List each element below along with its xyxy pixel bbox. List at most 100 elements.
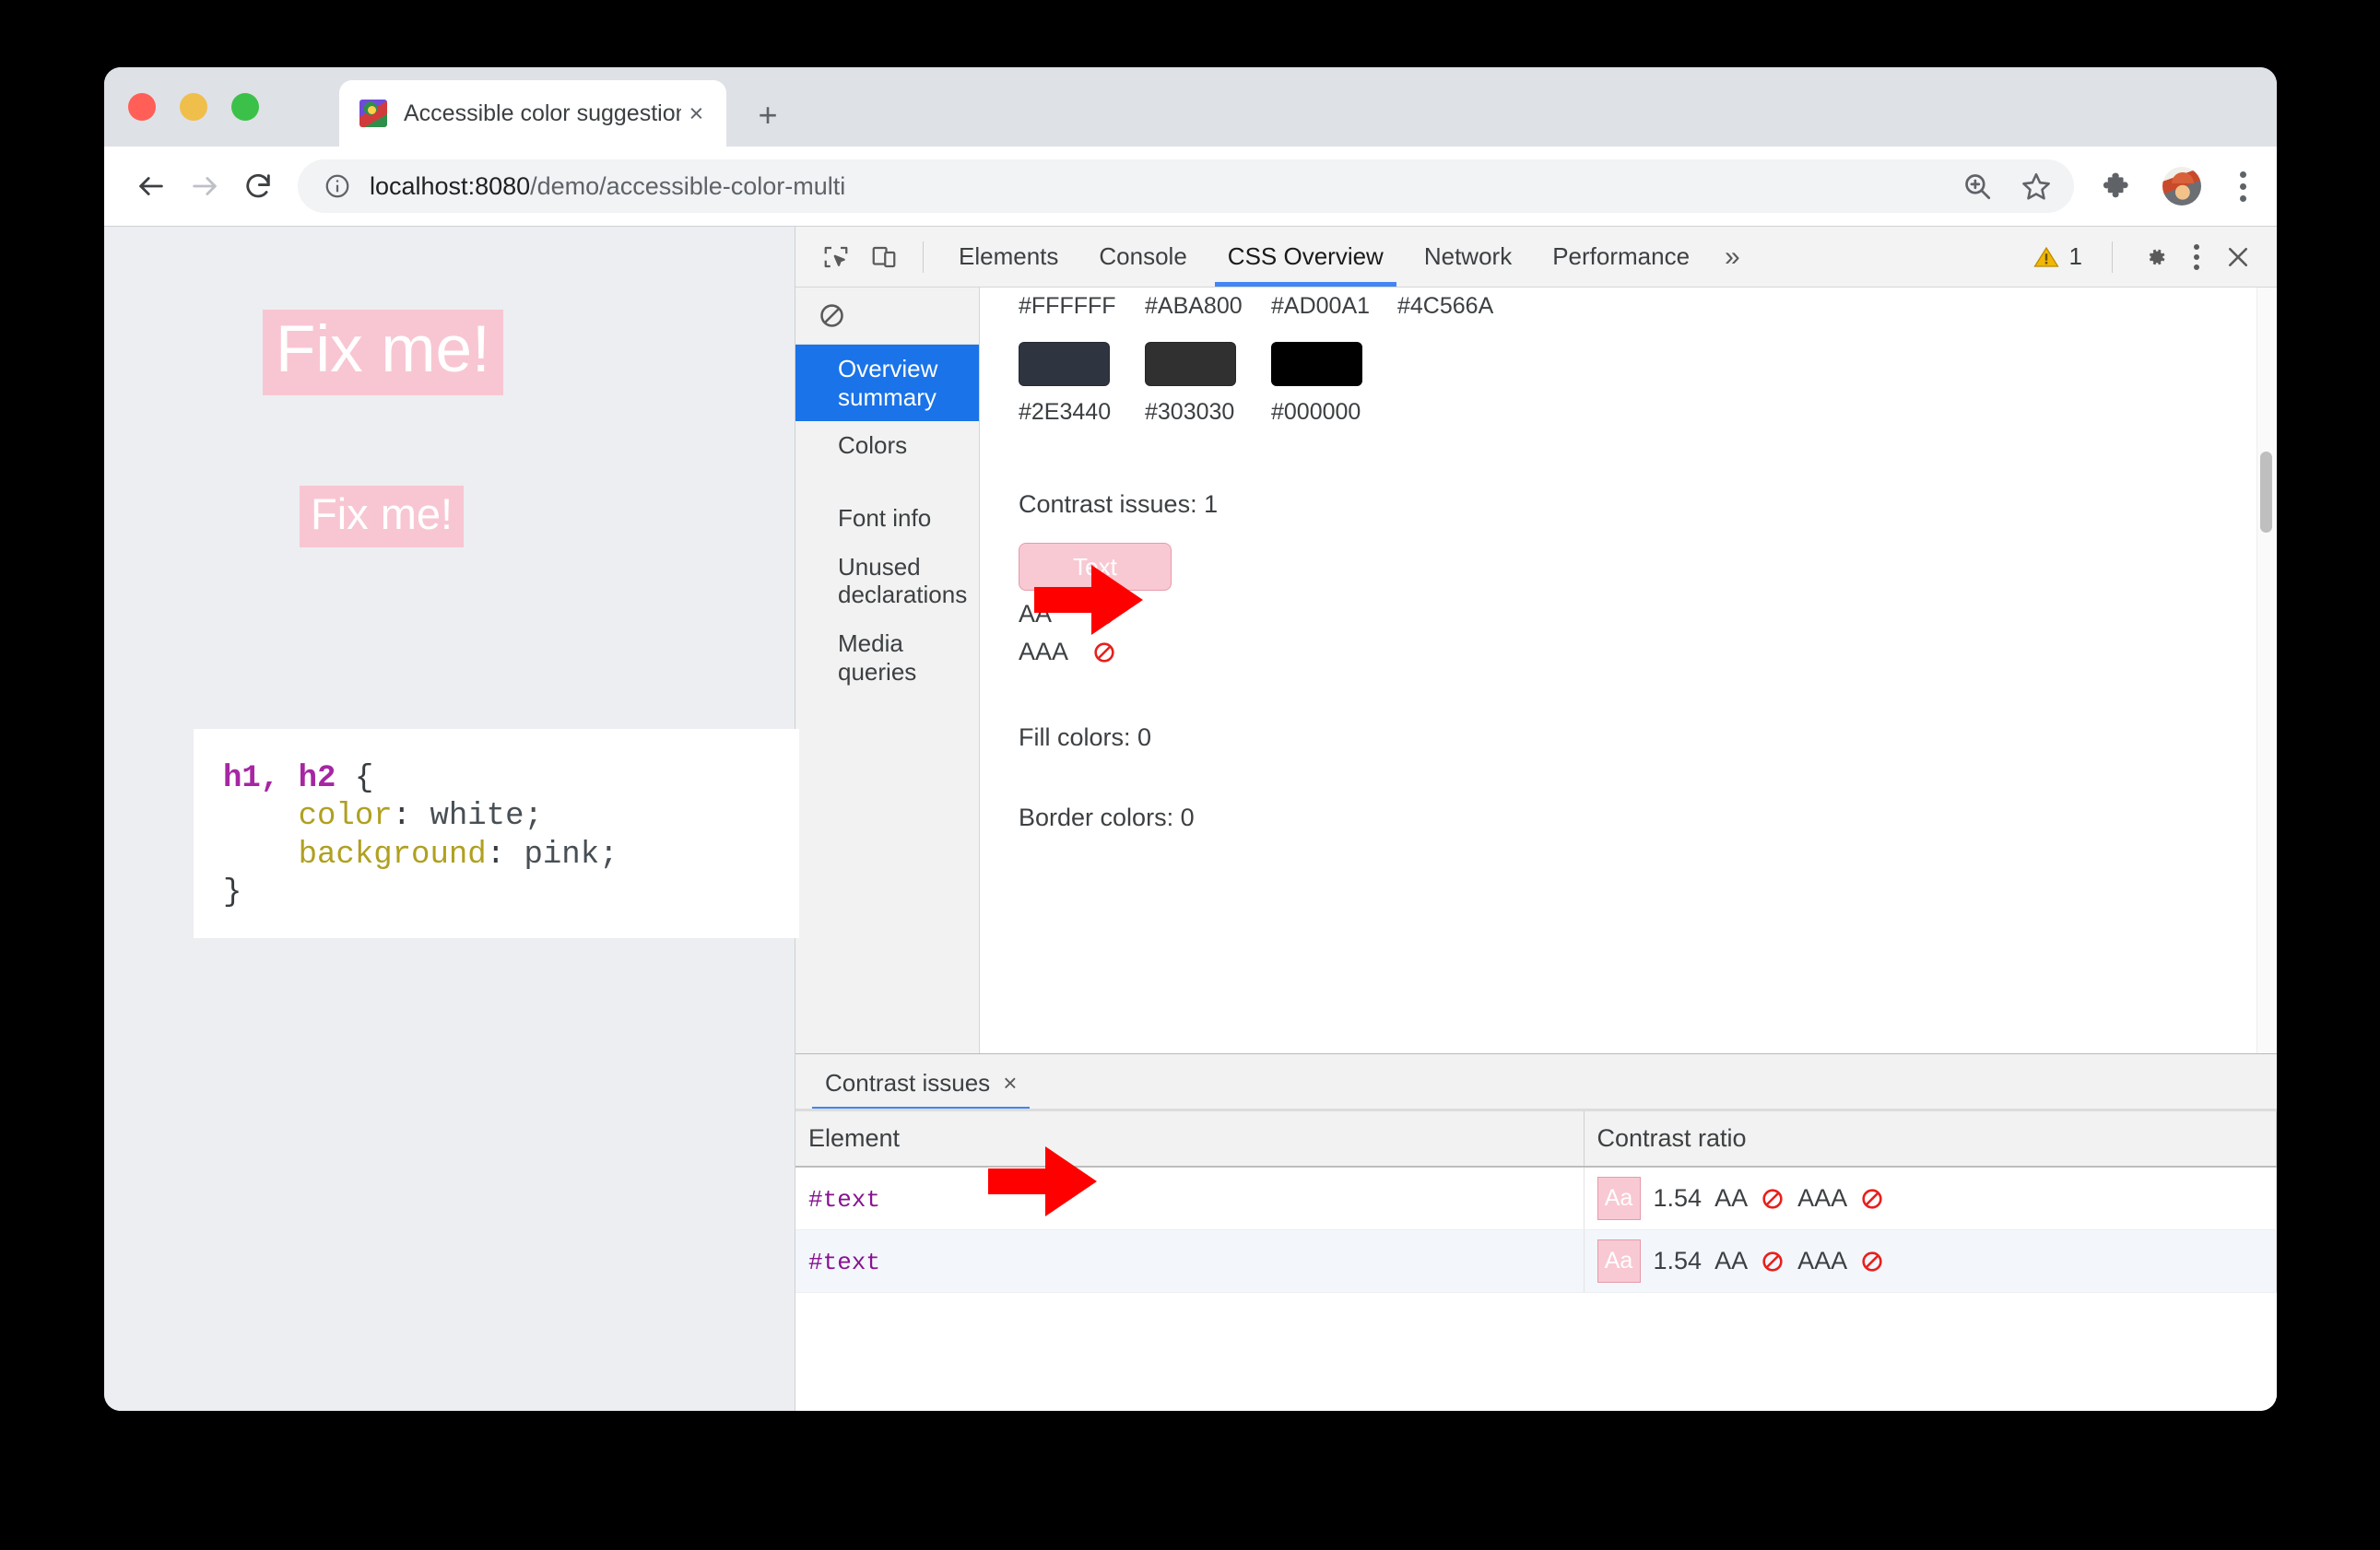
avatar[interactable] bbox=[2162, 167, 2201, 205]
omnibox-actions bbox=[1960, 169, 2059, 204]
red-arrow-annotation-1 bbox=[1034, 565, 1143, 635]
new-tab-button[interactable]: + bbox=[749, 97, 786, 134]
forward-button[interactable] bbox=[178, 159, 231, 213]
warning-count: 1 bbox=[2068, 242, 2082, 270]
column-header-contrast-ratio[interactable]: Contrast ratio bbox=[1584, 1111, 2277, 1168]
favicon-icon bbox=[359, 100, 387, 127]
puzzle-piece-icon[interactable] bbox=[2102, 170, 2135, 203]
devtools-drawer: Contrast issues × Element Contrast ratio bbox=[795, 1053, 2277, 1411]
aaa-label: AAA bbox=[1797, 1184, 1848, 1212]
aa-status-row: AA bbox=[1019, 600, 2277, 628]
sidebar-item-colors[interactable]: Colors bbox=[795, 421, 979, 470]
tab-network[interactable]: Network bbox=[1404, 227, 1532, 287]
zoom-in-icon[interactable] bbox=[1960, 169, 1995, 204]
code-property-color: color bbox=[298, 799, 393, 835]
reload-button[interactable] bbox=[231, 159, 285, 213]
content-area: Fix me! Fix me! h1, h2 { color: white; b… bbox=[104, 226, 2277, 1411]
address-bar[interactable]: localhost:8080/demo/accessible-color-mul… bbox=[298, 159, 2074, 213]
css-overview-sidebar: Overview summary Colors Font info Unused… bbox=[795, 288, 980, 1053]
inspect-element-icon[interactable] bbox=[812, 233, 860, 281]
close-icon[interactable] bbox=[2214, 233, 2262, 281]
close-icon[interactable]: × bbox=[681, 98, 712, 129]
color-swatch-item[interactable]: #303030 bbox=[1145, 342, 1271, 426]
tab-strip: Accessible color suggestion × + bbox=[104, 67, 2277, 147]
tab-contrast-issues[interactable]: Contrast issues × bbox=[812, 1054, 1031, 1111]
code-value-pink: pink; bbox=[505, 837, 619, 873]
aaa-status-row: AAA bbox=[1019, 638, 2277, 666]
cell-element[interactable]: #text bbox=[795, 1229, 1585, 1293]
tab-performance[interactable]: Performance bbox=[1532, 227, 1710, 287]
sidebar-item-media-queries[interactable]: Media queries bbox=[795, 619, 979, 696]
fill-colors-count: Fill colors: 0 bbox=[1019, 723, 1152, 751]
color-swatch-item[interactable]: #2E3440 bbox=[1019, 342, 1145, 426]
clear-overview-icon[interactable] bbox=[795, 288, 979, 345]
contrast-preview-swatch: Aa bbox=[1596, 1239, 1641, 1283]
sidebar-item-font-info[interactable]: Font info bbox=[795, 494, 979, 543]
browser-toolbar: localhost:8080/demo/accessible-color-mul… bbox=[104, 147, 2277, 226]
hex-label: #AD00A1 bbox=[1271, 293, 1371, 319]
drawer-tab-label: Contrast issues bbox=[825, 1068, 991, 1097]
no-entry-icon bbox=[1862, 1251, 1882, 1272]
color-swatch[interactable] bbox=[1145, 342, 1236, 386]
color-swatch-row: #2E3440 #303030 #000000 bbox=[1019, 342, 2277, 426]
three-dot-menu-icon[interactable] bbox=[2183, 236, 2210, 278]
tab-title: Accessible color suggestion bbox=[404, 100, 681, 126]
no-entry-icon bbox=[1862, 1188, 1882, 1209]
no-entry-icon bbox=[1762, 1188, 1783, 1209]
more-tabs-button[interactable]: » bbox=[1710, 227, 1755, 287]
rendered-page: Fix me! Fix me! h1, h2 { color: white; b… bbox=[104, 227, 799, 1411]
scrollbar-thumb[interactable] bbox=[2260, 452, 2272, 533]
table-row[interactable]: #text Aa 1.54 AA AAA bbox=[795, 1229, 2277, 1293]
code-close-brace: } bbox=[223, 875, 242, 911]
close-icon[interactable]: × bbox=[1003, 1069, 1017, 1098]
toolbar-right-actions bbox=[2081, 166, 2256, 206]
tab-console[interactable]: Console bbox=[1078, 227, 1207, 287]
maximize-window-button[interactable] bbox=[231, 93, 259, 121]
code-selector: h1, h2 bbox=[223, 761, 336, 796]
scrollbar-track[interactable] bbox=[2256, 288, 2277, 1053]
aaa-label: AAA bbox=[1019, 638, 1069, 665]
warning-indicator[interactable]: 1 bbox=[2021, 242, 2093, 271]
back-button[interactable] bbox=[124, 159, 178, 213]
overview-summary-content: #FFFFFF #ABA800 #AD00A1 #4C566A #2E3440 bbox=[980, 288, 2277, 1053]
device-toolbar-icon[interactable] bbox=[860, 233, 908, 281]
sidebar-item-overview-summary[interactable]: Overview summary bbox=[795, 345, 979, 422]
css-overview-view: Overview summary Colors Font info Unused… bbox=[795, 288, 2277, 1053]
code-value-white: white; bbox=[411, 799, 543, 835]
hex-label: #000000 bbox=[1271, 399, 1361, 425]
devtools-panel: Elements Console CSS Overview Network Pe… bbox=[795, 227, 2277, 1411]
browser-window: Accessible color suggestion × + localhos… bbox=[104, 67, 2277, 1411]
sidebar-item-unused-declarations[interactable]: Unused declarations bbox=[795, 543, 979, 619]
code-snippet-card: h1, h2 { color: white; background: pink;… bbox=[194, 729, 799, 938]
column-header-element[interactable]: Element bbox=[795, 1111, 1585, 1168]
no-entry-icon bbox=[1762, 1251, 1783, 1272]
element-name: #text bbox=[808, 1248, 881, 1276]
border-colors-count: Border colors: 0 bbox=[1019, 804, 1195, 831]
no-entry-icon bbox=[1094, 641, 1114, 663]
ratio-value: 1.54 bbox=[1653, 1184, 1703, 1212]
color-swatch[interactable] bbox=[1019, 342, 1110, 386]
color-swatch-item[interactable]: #000000 bbox=[1271, 342, 1397, 426]
star-icon[interactable] bbox=[2019, 169, 2054, 204]
cell-element[interactable]: #text bbox=[795, 1167, 1585, 1230]
url-path: /demo/accessible-color-multi bbox=[530, 171, 846, 200]
gear-icon[interactable] bbox=[2131, 233, 2179, 281]
hex-label: #303030 bbox=[1145, 399, 1235, 425]
hex-label: #ABA800 bbox=[1145, 293, 1243, 319]
tab-css-overview[interactable]: CSS Overview bbox=[1208, 227, 1404, 287]
url-text: localhost:8080/demo/accessible-color-mul… bbox=[370, 172, 845, 201]
page-heading-h2: Fix me! bbox=[300, 486, 465, 547]
devtools-toolbar: Elements Console CSS Overview Network Pe… bbox=[795, 227, 2277, 288]
color-swatch[interactable] bbox=[1271, 342, 1362, 386]
minimize-window-button[interactable] bbox=[180, 93, 207, 121]
devtools-toolbar-right: 1 bbox=[2021, 233, 2266, 281]
info-circle-icon[interactable] bbox=[322, 170, 353, 202]
contrast-preview-swatch: Aa bbox=[1596, 1177, 1641, 1220]
three-dot-menu-icon[interactable] bbox=[2229, 166, 2256, 206]
url-host: localhost:8080 bbox=[370, 171, 531, 200]
cell-contrast-ratio: Aa 1.54 AA AAA bbox=[1584, 1167, 2277, 1230]
browser-tab[interactable]: Accessible color suggestion × bbox=[339, 80, 726, 147]
close-window-button[interactable] bbox=[128, 93, 156, 121]
tab-elements[interactable]: Elements bbox=[938, 227, 1078, 287]
